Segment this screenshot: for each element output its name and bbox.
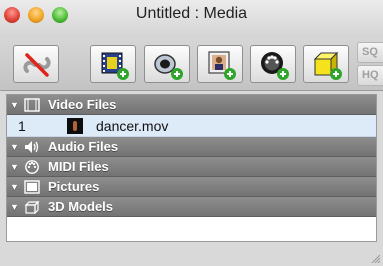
add-midi-button[interactable] xyxy=(250,45,296,83)
speaker-icon xyxy=(25,141,39,153)
cube-add-icon xyxy=(313,51,342,80)
remove-media-button[interactable] xyxy=(13,45,59,83)
toolbar: SQ HQ xyxy=(0,38,383,91)
group-label: 3D Models xyxy=(48,199,114,214)
midi-icon xyxy=(25,160,39,174)
item-filename: dancer.mov xyxy=(96,118,169,134)
midi-add-icon xyxy=(261,52,289,80)
media-window: Untitled : Media SQ HQ ▼ Video Files 1 d… xyxy=(0,0,383,266)
sq-button[interactable]: SQ xyxy=(357,42,383,63)
group-audio-files[interactable]: ▼ Audio Files xyxy=(7,137,376,157)
group-label: Audio Files xyxy=(48,139,119,154)
speaker-add-icon xyxy=(154,54,183,80)
status-bar xyxy=(0,246,383,266)
group-pictures[interactable]: ▼ Pictures xyxy=(7,177,376,197)
add-audio-button[interactable] xyxy=(144,45,190,83)
film-add-icon xyxy=(101,52,129,80)
add-video-button[interactable] xyxy=(90,45,136,83)
group-3d-models[interactable]: ▼ 3D Models xyxy=(7,197,376,217)
add-3d-model-button[interactable] xyxy=(303,45,349,83)
group-video-files[interactable]: ▼ Video Files xyxy=(7,95,376,115)
picture-add-icon xyxy=(208,51,236,80)
disclosure-triangle-icon[interactable]: ▼ xyxy=(10,157,19,177)
disclosure-triangle-icon[interactable]: ▼ xyxy=(10,137,19,157)
group-label: Pictures xyxy=(48,179,100,194)
hq-button[interactable]: HQ xyxy=(357,65,383,86)
disclosure-triangle-icon[interactable]: ▼ xyxy=(10,95,19,115)
add-picture-button[interactable] xyxy=(197,45,243,83)
video-thumbnail xyxy=(67,118,83,134)
item-index: 1 xyxy=(18,118,26,134)
list-item[interactable]: 1 dancer.mov xyxy=(7,115,376,137)
resize-grip-icon[interactable] xyxy=(370,253,380,263)
cube-icon xyxy=(24,200,40,214)
group-label: MIDI Files xyxy=(48,159,109,174)
disclosure-triangle-icon[interactable]: ▼ xyxy=(10,177,19,197)
unlink-icon xyxy=(23,53,51,77)
group-midi-files[interactable]: ▼ MIDI Files xyxy=(7,157,376,177)
disclosure-triangle-icon[interactable]: ▼ xyxy=(10,197,19,217)
media-list: ▼ Video Files 1 dancer.mov ▼ Audio Files… xyxy=(6,94,377,242)
picture-icon xyxy=(24,180,40,194)
window-title: Untitled : Media xyxy=(135,5,248,22)
film-icon xyxy=(24,98,40,112)
title-bar[interactable]: Untitled : Media xyxy=(0,0,383,38)
group-label: Video Files xyxy=(48,97,117,112)
